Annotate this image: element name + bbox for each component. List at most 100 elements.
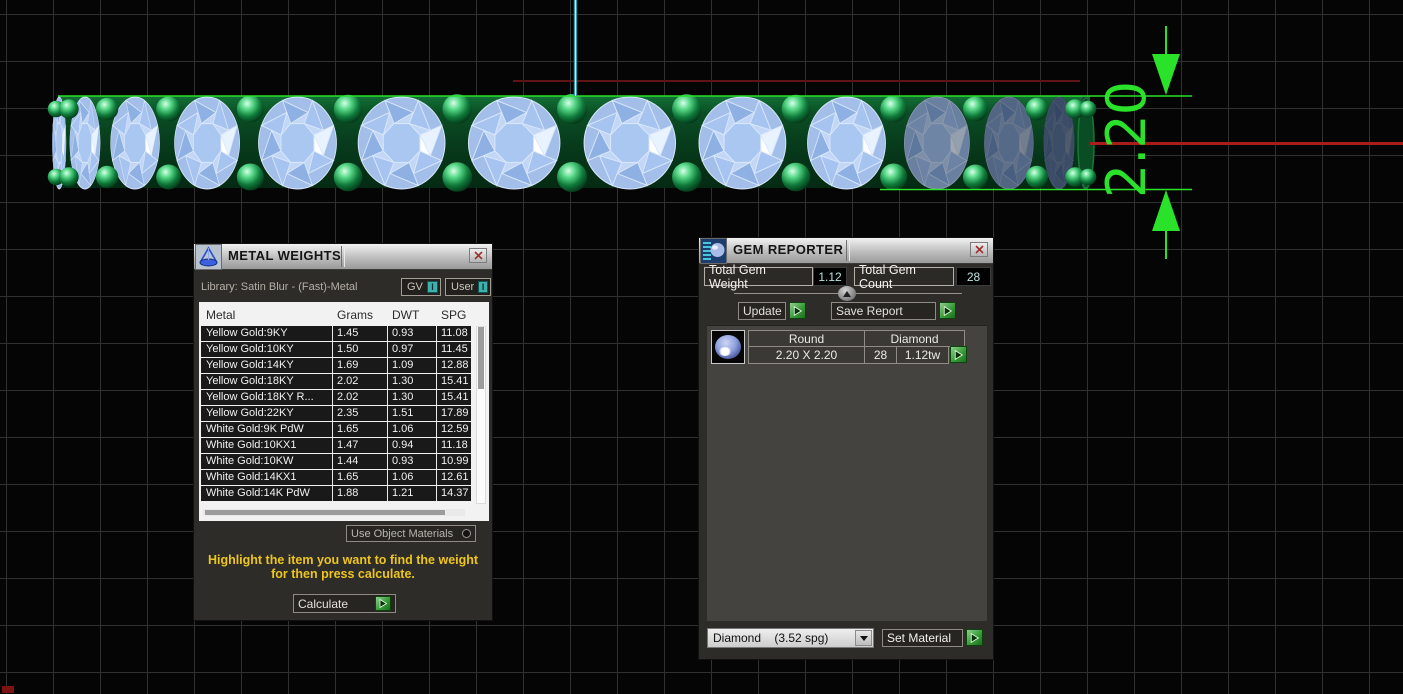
gem-reporter-titlebar[interactable]: GEM REPORTER (699, 238, 993, 264)
axis-gnomon-icon (2, 686, 14, 693)
cell-grams: 1.69 (337, 359, 359, 371)
cell-spg: 12.59 (441, 423, 469, 435)
dialog-title: GEM REPORTER (733, 242, 844, 257)
cell-spg: 11.08 (441, 327, 468, 339)
scale-icon (195, 244, 222, 270)
col-dwt: DWT (392, 308, 420, 322)
cell-spg: 12.61 (441, 471, 469, 483)
cell-metal: Yellow Gold:10KY (206, 343, 294, 355)
collapse-button[interactable] (838, 286, 856, 301)
cell-metal: White Gold:9K PdW (206, 423, 304, 435)
metal-weights-row[interactable]: White Gold:14K PdW 1.88 1.21 14.37 (201, 486, 471, 501)
cell-grams: 1.50 (337, 343, 359, 355)
cell-dwt: 1.06 (392, 423, 414, 435)
cell-spg: 14.37 (441, 487, 469, 499)
cell-spg: 10.99 (441, 455, 469, 467)
total-gem-count-value: 28 (956, 267, 991, 286)
metal-weights-titlebar[interactable]: METAL WEIGHTS (194, 244, 492, 270)
gem-count-cell[interactable]: 28 (864, 346, 897, 364)
metal-table-header: Metal Grams DWT SPG (201, 304, 471, 325)
cell-grams: 2.02 (337, 375, 359, 387)
metal-weights-dialog: METAL WEIGHTS Library: Satin Blur - (Fas… (193, 243, 493, 621)
total-gem-weight-value: 1.12 (813, 267, 847, 286)
metal-weights-row[interactable]: Yellow Gold:18KY 2.02 1.30 15.41 (201, 374, 471, 389)
gem-reporter-icon (700, 238, 727, 264)
cell-metal: Yellow Gold:14KY (206, 359, 294, 371)
cad-viewport[interactable]: 2.20 METAL WEIGHTS Library: Satin Blur -… (0, 0, 1403, 694)
cell-metal: White Gold:10KX1 (206, 439, 297, 451)
scrollbar-thumb[interactable] (478, 327, 484, 389)
total-gem-count-label: Total Gem Count (854, 263, 954, 291)
metal-weights-row[interactable]: Yellow Gold:22KY 2.35 1.51 17.89 (201, 406, 471, 421)
gem-size-cell[interactable]: 2.20 X 2.20 (748, 346, 865, 364)
cell-metal: Yellow Gold:22KY (206, 407, 294, 419)
gem-type-header[interactable]: Diamond (864, 330, 965, 347)
cell-metal: Yellow Gold:9KY (206, 327, 288, 339)
cell-dwt: 1.51 (392, 407, 414, 419)
hint-text: Highlight the item you want to find the … (207, 553, 479, 581)
cell-grams: 1.47 (337, 439, 359, 451)
close-icon[interactable] (970, 242, 988, 257)
cell-metal: White Gold:14K PdW (206, 487, 310, 499)
cell-spg: 15.41 (441, 391, 469, 403)
cell-spg: 15.41 (441, 375, 469, 387)
cell-dwt: 0.97 (392, 343, 414, 355)
horizontal-scrollbar[interactable] (203, 509, 465, 516)
go-arrow-icon[interactable] (375, 596, 391, 611)
metal-weights-row[interactable]: Yellow Gold:14KY 1.69 1.09 12.88 (201, 358, 471, 373)
vertical-scrollbar[interactable] (476, 326, 486, 504)
cell-spg: 11.18 (441, 439, 468, 451)
go-arrow-icon[interactable] (966, 629, 983, 646)
cell-dwt: 1.30 (392, 391, 414, 403)
use-object-materials-button[interactable]: Use Object Materials (346, 525, 476, 542)
metal-weights-row[interactable]: Yellow Gold:9KY 1.45 0.93 11.08 (201, 326, 471, 341)
cell-metal: White Gold:10KW (206, 455, 294, 467)
metal-weights-row[interactable]: White Gold:10KW 1.44 0.93 10.99 (201, 454, 471, 469)
calculate-button[interactable]: Calculate (293, 594, 396, 613)
user-toggle[interactable]: User I (445, 278, 491, 296)
go-arrow-icon[interactable] (789, 302, 806, 319)
cell-grams: 1.65 (337, 423, 359, 435)
titlebar-divider (341, 246, 345, 267)
cell-dwt: 1.06 (392, 471, 414, 483)
gem-list-panel: Round Diamond 2.20 X 2.20 28 1.12tw (707, 325, 987, 621)
cell-metal: Yellow Gold:18KY R... (206, 391, 314, 403)
col-metal: Metal (206, 308, 236, 322)
go-arrow-icon[interactable] (950, 346, 967, 363)
go-arrow-icon[interactable] (939, 302, 956, 319)
scrollbar-thumb[interactable] (205, 510, 445, 515)
cell-grams: 1.45 (337, 327, 359, 339)
library-label: Library: Satin Blur - (Fast)-Metal (201, 281, 358, 293)
cell-dwt: 0.94 (392, 439, 414, 451)
material-dropdown[interactable]: Diamond (3.52 spg) (707, 628, 874, 648)
gem-reporter-dialog: GEM REPORTER Total Gem Weight 1.12 Total… (698, 237, 994, 660)
cell-spg: 17.89 (441, 407, 469, 419)
close-icon[interactable] (469, 248, 487, 263)
col-spg: SPG (441, 308, 467, 322)
dialog-title: METAL WEIGHTS (228, 248, 342, 263)
cell-dwt: 1.21 (392, 487, 414, 499)
titlebar-divider (846, 240, 850, 261)
set-material-button[interactable]: Set Material (882, 629, 963, 647)
metal-weights-row[interactable]: Yellow Gold:10KY 1.50 0.97 11.45 (201, 342, 471, 357)
cell-spg: 11.45 (441, 343, 468, 355)
cell-dwt: 0.93 (392, 455, 414, 467)
gv-toggle[interactable]: GV I (401, 278, 441, 296)
dropdown-arrow-icon[interactable] (855, 630, 872, 646)
gem-thumbnail[interactable] (711, 330, 745, 364)
gem-shape-header[interactable]: Round (748, 330, 865, 347)
cell-grams: 1.65 (337, 471, 359, 483)
cell-dwt: 1.30 (392, 375, 414, 387)
metal-weights-row[interactable]: White Gold:9K PdW 1.65 1.06 12.59 (201, 422, 471, 437)
cell-metal: Yellow Gold:18KY (206, 375, 294, 387)
metal-weights-row[interactable]: White Gold:14KX1 1.65 1.06 12.61 (201, 470, 471, 485)
col-grams: Grams (337, 308, 373, 322)
gem-weight-cell[interactable]: 1.12tw (896, 346, 949, 364)
metal-table: Metal Grams DWT SPG Yellow Gold:9KY 1.45 0… (199, 302, 489, 521)
metal-weights-row[interactable]: Yellow Gold:18KY R... 2.02 1.30 15.41 (201, 390, 471, 405)
cell-grams: 1.88 (337, 487, 359, 499)
save-report-button[interactable]: Save Report (831, 302, 936, 320)
update-button[interactable]: Update (738, 302, 786, 320)
cell-spg: 12.88 (441, 359, 469, 371)
metal-weights-row[interactable]: White Gold:10KX1 1.47 0.94 11.18 (201, 438, 471, 453)
